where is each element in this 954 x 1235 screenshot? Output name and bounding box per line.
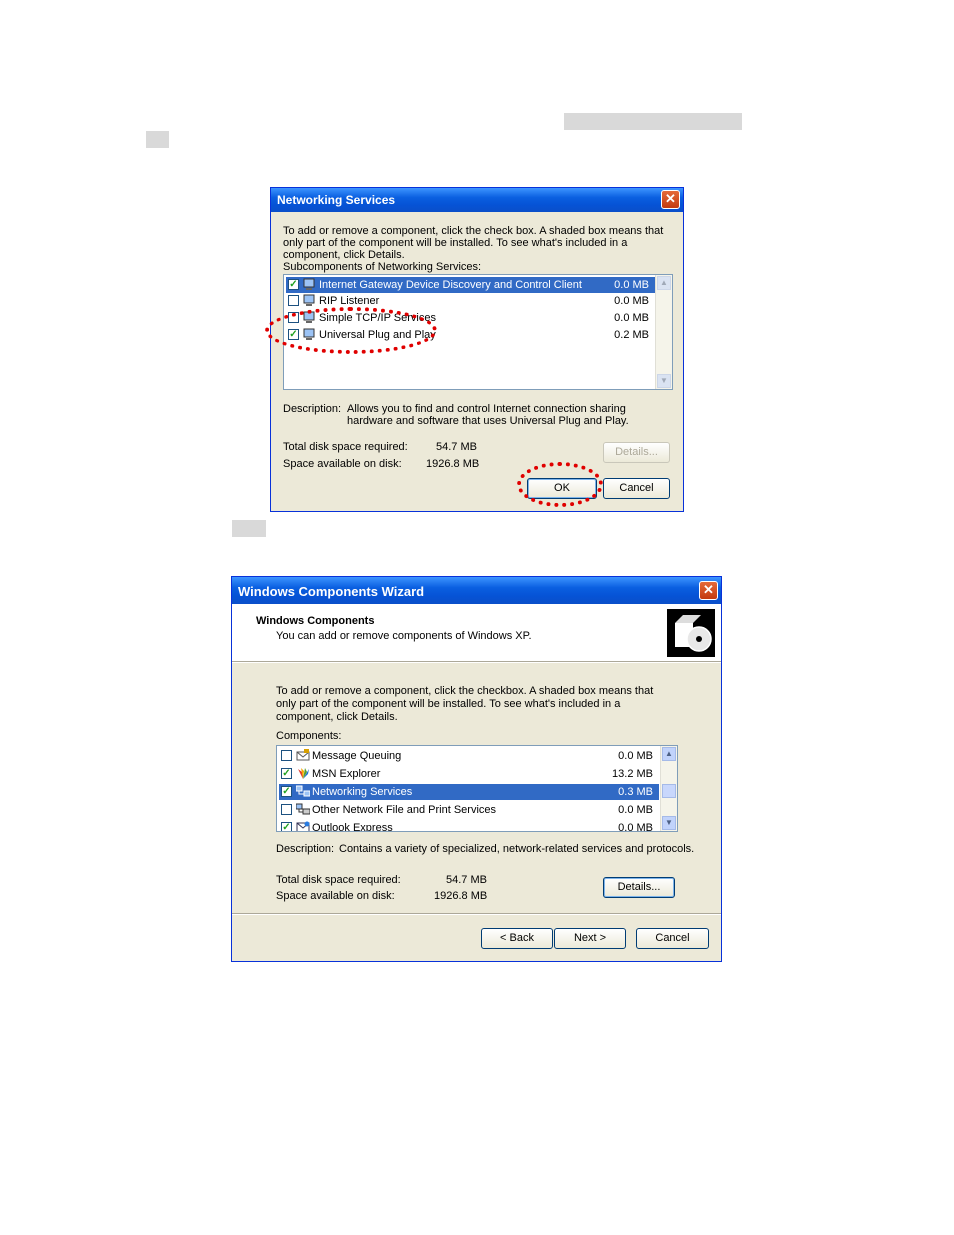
item-size: 0.0 MB [614,312,649,324]
details-button[interactable]: Details... [603,442,670,463]
list-item[interactable]: ✓ Outlook Express 0.0 MB [279,820,659,832]
next-button[interactable]: Next > [554,928,626,949]
scroll-down-button[interactable]: ▼ [657,374,671,388]
item-size: 0.0 MB [618,750,653,762]
instructions-text: To add or remove a component, click the … [276,685,654,723]
components-cd-icon [667,609,715,657]
disk-required-value: 54.7 MB [436,441,477,453]
item-size: 13.2 MB [612,768,653,780]
components-list[interactable]: Message Queuing 0.0 MB ✓ MSN Explorer 13… [276,745,678,832]
highlight-ellipse-upnp [265,307,437,354]
item-label: Networking Services [312,786,413,798]
disk-required-label: Total disk space required: [276,874,401,886]
instructions-text: To add or remove a component, click the … [283,225,664,261]
redacted-text-block [146,131,169,148]
checkbox[interactable] [281,804,292,815]
item-size: 0.2 MB [614,329,649,341]
dialog-title: Windows Components Wizard [238,584,425,599]
item-label: Outlook Express [312,822,393,832]
item-size: 0.3 MB [618,786,653,798]
close-icon: ✕ [665,191,676,206]
chevron-down-icon: ▼ [665,818,673,827]
highlight-ellipse-ok [517,462,603,507]
description-text: Contains a variety of specialized, netwo… [339,843,695,855]
list-item[interactable]: ✓ Networking Services 0.3 MB [279,784,659,800]
list-item[interactable]: ✓ Internet Gateway Device Discovery and … [286,277,655,293]
item-size: 0.0 MB [614,295,649,307]
cancel-button[interactable]: Cancel [603,478,670,499]
close-button[interactable]: ✕ [661,190,680,209]
scroll-thumb[interactable] [662,784,676,798]
network-component-icon [303,278,317,291]
item-label: Other Network File and Print Services [312,804,497,816]
item-label: Message Queuing [312,750,402,762]
disk-available-label: Space available on disk: [283,458,402,470]
network-component-icon [303,294,317,307]
windows-components-wizard: Windows Components Wizard ✕ Windows Comp… [231,576,722,962]
components-label: Components: [276,730,342,742]
footer-separator [232,913,721,915]
dialog-title: Networking Services [277,193,396,207]
disk-required-label: Total disk space required: [283,441,408,453]
list-item[interactable]: Message Queuing 0.0 MB [279,748,659,764]
back-button[interactable]: < Back [481,928,553,949]
vertical-scrollbar[interactable]: ▲ ▼ [655,275,672,389]
disk-available-value: 1926.8 MB [434,890,488,902]
description-label: Description: [276,843,335,855]
title-bar[interactable]: Networking Services ✕ [271,188,683,212]
checkbox[interactable]: ✓ [281,786,292,797]
disk-available-value: 1926.8 MB [426,458,480,470]
item-size: 0.0 MB [618,822,653,832]
chevron-down-icon: ▼ [660,376,668,385]
header-subtitle: You can add or remove components of Wind… [276,630,532,642]
description-text: Allows you to find and control Internet … [347,403,629,427]
scroll-up-button[interactable]: ▲ [657,276,671,290]
close-button[interactable]: ✕ [699,581,718,600]
vertical-scrollbar[interactable]: ▲ ▼ [660,746,677,831]
item-label: Internet Gateway Device Discovery and Co… [319,279,582,291]
close-icon: ✕ [703,582,714,597]
item-size: 0.0 MB [614,279,649,291]
checkbox[interactable]: ✓ [288,279,299,290]
cancel-button[interactable]: Cancel [636,928,709,949]
checkbox[interactable]: ✓ [281,822,292,831]
item-size: 0.0 MB [618,804,653,816]
header-separator [232,661,721,663]
item-label: MSN Explorer [312,768,381,780]
header-title: Windows Components [256,615,375,627]
disk-required-value: 54.7 MB [446,874,487,886]
file-print-services-icon [295,803,311,816]
details-button[interactable]: Details... [603,877,675,898]
outlook-express-icon [296,821,310,831]
redacted-text-block [232,520,266,537]
description-label: Description: [283,403,342,415]
message-queuing-icon [296,749,310,762]
chevron-up-icon: ▲ [660,278,668,287]
msn-butterfly-icon [296,767,310,780]
wizard-header: Windows Components You can add or remove… [232,604,721,661]
list-item[interactable]: ✓ MSN Explorer 13.2 MB [279,766,659,782]
chevron-up-icon: ▲ [665,749,673,758]
title-bar[interactable]: Windows Components Wizard ✕ [232,577,721,604]
scroll-up-button[interactable]: ▲ [662,747,676,761]
checkbox[interactable] [281,750,292,761]
checkbox[interactable] [288,295,299,306]
disk-available-label: Space available on disk: [276,890,395,902]
checkbox[interactable]: ✓ [281,768,292,779]
networking-services-icon [295,785,311,798]
list-item[interactable]: Other Network File and Print Services 0.… [279,802,659,818]
scroll-down-button[interactable]: ▼ [662,816,676,830]
subcomponents-label: Subcomponents of Networking Services: [283,261,482,273]
redacted-text-block [564,113,742,130]
